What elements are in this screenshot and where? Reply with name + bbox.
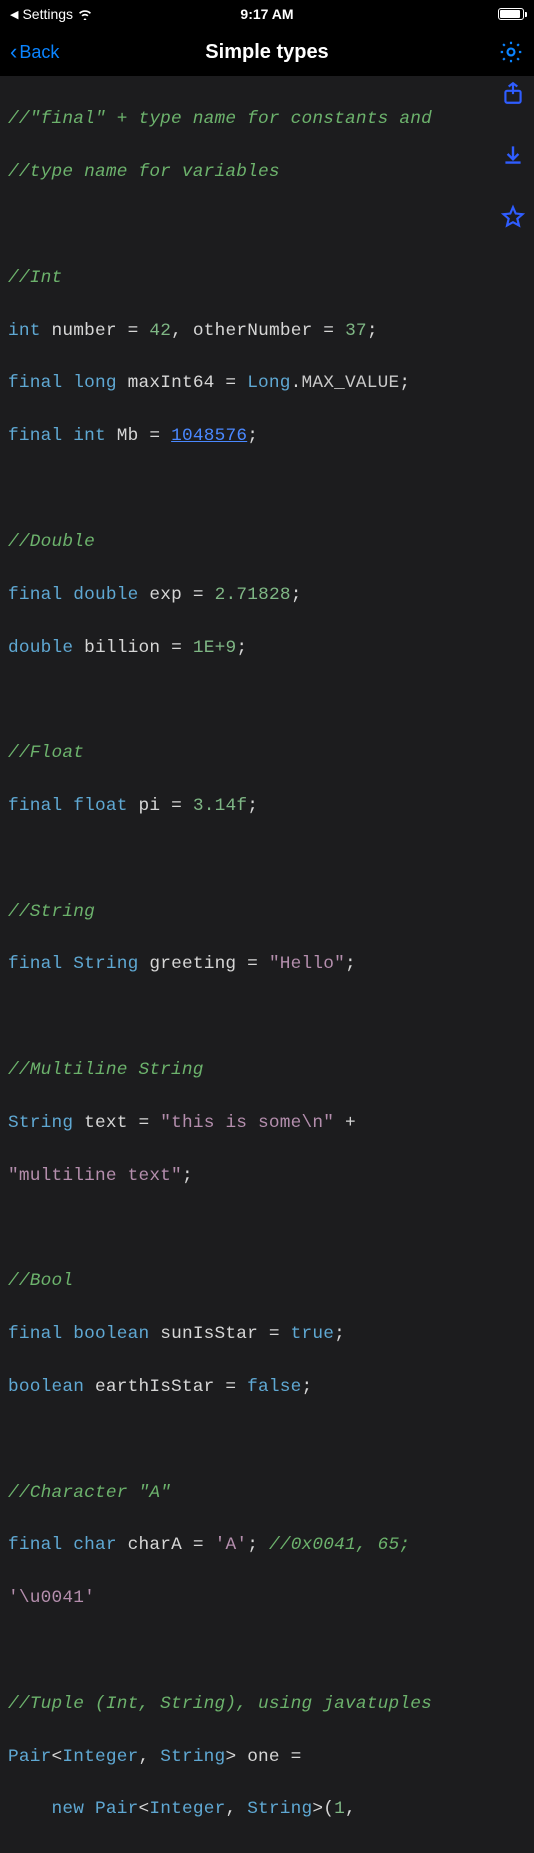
floating-toolbar xyxy=(500,80,526,230)
breadcrumb-back-arrow: ◀ xyxy=(10,8,18,21)
star-icon[interactable] xyxy=(500,204,526,230)
status-right xyxy=(498,8,524,20)
comment: //Tuple (Int, String), using javatuples xyxy=(8,1694,432,1714)
page-title: Simple types xyxy=(205,41,328,64)
comment: //Float xyxy=(8,743,84,763)
number-link[interactable]: 1048576 xyxy=(171,426,247,446)
comment: //Bool xyxy=(8,1271,73,1291)
comment: //type name for variables xyxy=(8,162,280,182)
comment: //"final" + type name for constants and xyxy=(8,109,432,129)
comment: //Double xyxy=(8,532,95,552)
nav-bar: ‹ Back Simple types xyxy=(0,28,534,76)
gear-icon[interactable] xyxy=(498,39,524,65)
code-editor[interactable]: //"final" + type name for constants and … xyxy=(0,76,534,1853)
chevron-left-icon: ‹ xyxy=(10,39,17,65)
wifi-icon xyxy=(77,8,93,20)
battery-icon xyxy=(498,8,524,20)
comment: //String xyxy=(8,902,95,922)
status-time: 9:17 AM xyxy=(240,6,293,22)
back-label: Back xyxy=(19,42,59,63)
comment: //Multiline String xyxy=(8,1060,204,1080)
back-button[interactable]: ‹ Back xyxy=(10,39,59,65)
status-left[interactable]: ◀ Settings xyxy=(10,6,93,22)
share-icon[interactable] xyxy=(500,80,526,106)
comment: //Character "A" xyxy=(8,1483,171,1503)
download-icon[interactable] xyxy=(500,142,526,168)
comment: //Int xyxy=(8,268,62,288)
status-bar: ◀ Settings 9:17 AM xyxy=(0,0,534,28)
breadcrumb-app: Settings xyxy=(22,6,73,22)
